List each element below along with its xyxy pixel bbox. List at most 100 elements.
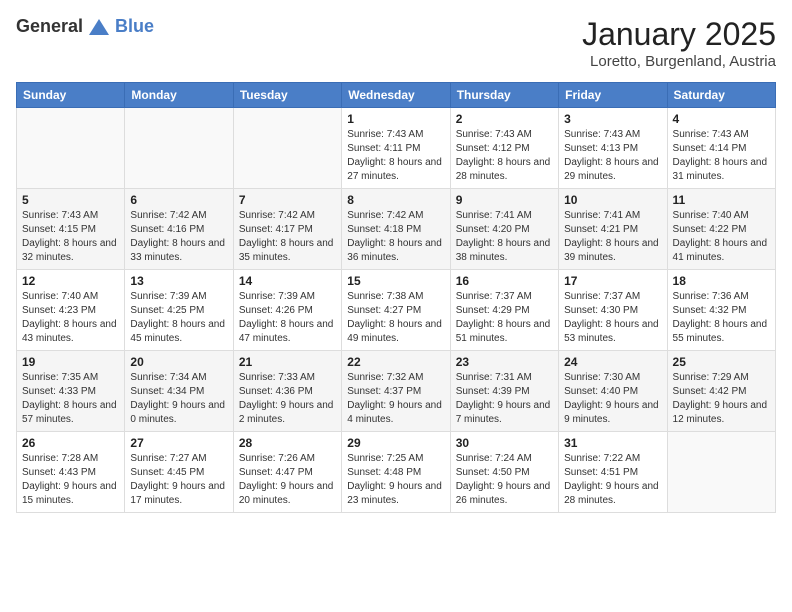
day-info: Sunrise: 7:28 AM Sunset: 4:43 PM Dayligh… bbox=[22, 452, 119, 508]
calendar-cell: 24Sunrise: 7:30 AM Sunset: 4:40 PM Dayli… bbox=[559, 351, 667, 432]
calendar-cell: 18 Sunrise: 7:36 AM Sunset: 4:32 PM Dayli… bbox=[667, 270, 775, 351]
calendar-week-4: 19Sunrise: 7:35 AM Sunset: 4:33 PM Dayli… bbox=[17, 351, 776, 432]
day-info: Sunrise: 7:31 AM Sunset: 4:39 PM Dayligh… bbox=[456, 371, 553, 427]
day-info: Sunrise: 7:42 AM Sunset: 4:18 PM Dayligh… bbox=[347, 209, 444, 265]
day-info: Sunrise: 7:35 AM Sunset: 4:33 PM Dayligh… bbox=[22, 371, 119, 427]
day-header-saturday: Saturday bbox=[667, 83, 775, 108]
calendar-cell: 28Sunrise: 7:26 AM Sunset: 4:47 PM Dayli… bbox=[233, 432, 341, 513]
calendar-cell: 21 Sunrise: 7:33 AM Sunset: 4:36 PM Dayli… bbox=[233, 351, 341, 432]
calendar-cell: 1 Sunrise: 7:43 AM Sunset: 4:11 PM Daylig… bbox=[342, 108, 450, 189]
day-info: Sunrise: 7:43 AM Sunset: 4:13 PM Dayligh… bbox=[564, 128, 661, 184]
calendar-cell: 3 Sunrise: 7:43 AM Sunset: 4:13 PM Daylig… bbox=[559, 108, 667, 189]
day-number: 16 bbox=[456, 274, 553, 288]
day-number: 9 bbox=[456, 193, 553, 207]
day-info: Sunrise: 7:43 AM Sunset: 4:12 PM Dayligh… bbox=[456, 128, 553, 184]
day-number: 11 bbox=[673, 193, 770, 207]
day-info: Sunrise: 7:36 AM Sunset: 4:32 PM Dayligh… bbox=[673, 290, 770, 346]
calendar-cell: 16 Sunrise: 7:37 AM Sunset: 4:29 PM Dayli… bbox=[450, 270, 558, 351]
day-info: Sunrise: 7:43 AM Sunset: 4:14 PM Dayligh… bbox=[673, 128, 770, 184]
day-info: Sunrise: 7:33 AM Sunset: 4:36 PM Dayligh… bbox=[239, 371, 336, 427]
calendar-cell: 27 Sunrise: 7:27 AM Sunset: 4:45 PM Dayli… bbox=[125, 432, 233, 513]
day-number: 7 bbox=[239, 193, 336, 207]
day-header-friday: Friday bbox=[559, 83, 667, 108]
day-header-tuesday: Tuesday bbox=[233, 83, 341, 108]
calendar-cell: 20 Sunrise: 7:34 AM Sunset: 4:34 PM Dayli… bbox=[125, 351, 233, 432]
day-number: 27 bbox=[130, 436, 227, 450]
logo-general: General bbox=[16, 16, 83, 37]
day-info: Sunrise: 7:43 AM Sunset: 4:11 PM Dayligh… bbox=[347, 128, 444, 184]
day-info: Sunrise: 7:34 AM Sunset: 4:34 PM Dayligh… bbox=[130, 371, 227, 427]
calendar-cell: 10 Sunrise: 7:41 AM Sunset: 4:21 PM Dayli… bbox=[559, 189, 667, 270]
day-number: 18 bbox=[673, 274, 770, 288]
calendar-week-5: 26 Sunrise: 7:28 AM Sunset: 4:43 PM Dayli… bbox=[17, 432, 776, 513]
day-number: 4 bbox=[673, 112, 770, 126]
title-block: January 2025 Loretto, Burgenland, Austri… bbox=[582, 16, 776, 70]
day-header-thursday: Thursday bbox=[450, 83, 558, 108]
day-info: Sunrise: 7:40 AM Sunset: 4:22 PM Dayligh… bbox=[673, 209, 770, 265]
day-info: Sunrise: 7:27 AM Sunset: 4:45 PM Dayligh… bbox=[130, 452, 227, 508]
day-number: 25 bbox=[673, 355, 770, 369]
day-info: Sunrise: 7:38 AM Sunset: 4:27 PM Dayligh… bbox=[347, 290, 444, 346]
day-number: 31 bbox=[564, 436, 661, 450]
day-info: Sunrise: 7:22 AM Sunset: 4:51 PM Dayligh… bbox=[564, 452, 661, 508]
calendar-cell: 5Sunrise: 7:43 AM Sunset: 4:15 PM Daylig… bbox=[17, 189, 125, 270]
calendar-cell: 15 Sunrise: 7:38 AM Sunset: 4:27 PM Dayli… bbox=[342, 270, 450, 351]
day-info: Sunrise: 7:43 AM Sunset: 4:15 PM Dayligh… bbox=[22, 209, 119, 265]
day-number: 21 bbox=[239, 355, 336, 369]
calendar-cell: 31 Sunrise: 7:22 AM Sunset: 4:51 PM Dayli… bbox=[559, 432, 667, 513]
location-title: Loretto, Burgenland, Austria bbox=[582, 53, 776, 70]
day-number: 12 bbox=[22, 274, 119, 288]
calendar-cell: 7 Sunrise: 7:42 AM Sunset: 4:17 PM Daylig… bbox=[233, 189, 341, 270]
day-info: Sunrise: 7:24 AM Sunset: 4:50 PM Dayligh… bbox=[456, 452, 553, 508]
day-header-monday: Monday bbox=[125, 83, 233, 108]
logo: General Blue bbox=[16, 16, 154, 37]
month-title: January 2025 bbox=[582, 16, 776, 53]
calendar-week-2: 5Sunrise: 7:43 AM Sunset: 4:15 PM Daylig… bbox=[17, 189, 776, 270]
logo-blue: Blue bbox=[115, 16, 154, 37]
calendar-cell: 11 Sunrise: 7:40 AM Sunset: 4:22 PM Dayli… bbox=[667, 189, 775, 270]
calendar-cell: 4 Sunrise: 7:43 AM Sunset: 4:14 PM Daylig… bbox=[667, 108, 775, 189]
day-info: Sunrise: 7:40 AM Sunset: 4:23 PM Dayligh… bbox=[22, 290, 119, 346]
day-info: Sunrise: 7:39 AM Sunset: 4:25 PM Dayligh… bbox=[130, 290, 227, 346]
calendar-cell: 19Sunrise: 7:35 AM Sunset: 4:33 PM Dayli… bbox=[17, 351, 125, 432]
day-number: 20 bbox=[130, 355, 227, 369]
day-info: Sunrise: 7:37 AM Sunset: 4:30 PM Dayligh… bbox=[564, 290, 661, 346]
day-number: 1 bbox=[347, 112, 444, 126]
day-header-sunday: Sunday bbox=[17, 83, 125, 108]
day-number: 30 bbox=[456, 436, 553, 450]
calendar-week-1: 1 Sunrise: 7:43 AM Sunset: 4:11 PM Daylig… bbox=[17, 108, 776, 189]
day-info: Sunrise: 7:37 AM Sunset: 4:29 PM Dayligh… bbox=[456, 290, 553, 346]
day-number: 29 bbox=[347, 436, 444, 450]
calendar-cell bbox=[125, 108, 233, 189]
day-info: Sunrise: 7:25 AM Sunset: 4:48 PM Dayligh… bbox=[347, 452, 444, 508]
calendar-cell: 26 Sunrise: 7:28 AM Sunset: 4:43 PM Dayli… bbox=[17, 432, 125, 513]
day-number: 26 bbox=[22, 436, 119, 450]
day-info: Sunrise: 7:29 AM Sunset: 4:42 PM Dayligh… bbox=[673, 371, 770, 427]
day-header-wednesday: Wednesday bbox=[342, 83, 450, 108]
calendar-table: SundayMondayTuesdayWednesdayThursdayFrid… bbox=[16, 82, 776, 513]
calendar-cell: 30 Sunrise: 7:24 AM Sunset: 4:50 PM Dayli… bbox=[450, 432, 558, 513]
day-info: Sunrise: 7:42 AM Sunset: 4:17 PM Dayligh… bbox=[239, 209, 336, 265]
day-info: Sunrise: 7:41 AM Sunset: 4:21 PM Dayligh… bbox=[564, 209, 661, 265]
calendar-cell: 6Sunrise: 7:42 AM Sunset: 4:16 PM Daylig… bbox=[125, 189, 233, 270]
logo-icon bbox=[87, 17, 111, 37]
day-number: 14 bbox=[239, 274, 336, 288]
day-info: Sunrise: 7:30 AM Sunset: 4:40 PM Dayligh… bbox=[564, 371, 661, 427]
day-number: 2 bbox=[456, 112, 553, 126]
page-header: General Blue January 2025 Loretto, Burge… bbox=[16, 16, 776, 70]
calendar-cell: 25 Sunrise: 7:29 AM Sunset: 4:42 PM Dayli… bbox=[667, 351, 775, 432]
day-info: Sunrise: 7:32 AM Sunset: 4:37 PM Dayligh… bbox=[347, 371, 444, 427]
day-number: 28 bbox=[239, 436, 336, 450]
day-number: 6 bbox=[130, 193, 227, 207]
calendar-cell: 8Sunrise: 7:42 AM Sunset: 4:18 PM Daylig… bbox=[342, 189, 450, 270]
calendar-cell: 12 Sunrise: 7:40 AM Sunset: 4:23 PM Dayli… bbox=[17, 270, 125, 351]
day-number: 15 bbox=[347, 274, 444, 288]
calendar-cell: 29 Sunrise: 7:25 AM Sunset: 4:48 PM Dayli… bbox=[342, 432, 450, 513]
day-number: 10 bbox=[564, 193, 661, 207]
day-number: 3 bbox=[564, 112, 661, 126]
day-number: 22 bbox=[347, 355, 444, 369]
day-number: 13 bbox=[130, 274, 227, 288]
calendar-cell: 9Sunrise: 7:41 AM Sunset: 4:20 PM Daylig… bbox=[450, 189, 558, 270]
calendar-cell: 2 Sunrise: 7:43 AM Sunset: 4:12 PM Daylig… bbox=[450, 108, 558, 189]
calendar-cell bbox=[17, 108, 125, 189]
